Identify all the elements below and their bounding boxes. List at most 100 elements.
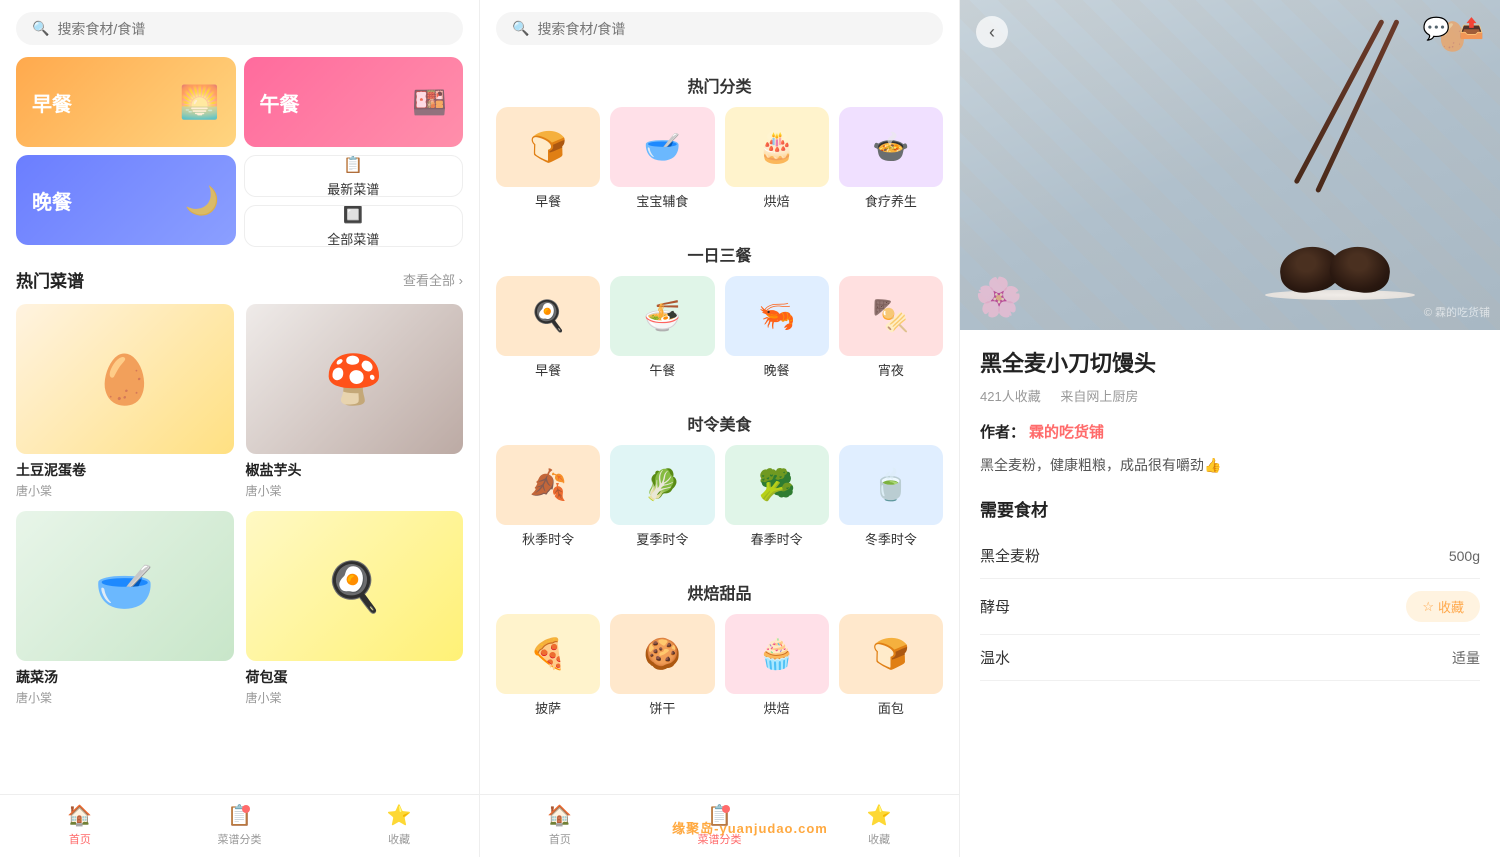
back-button[interactable]: ‹ (976, 16, 1008, 48)
home-scroll: 早餐 🌅 午餐 🍱 晚餐 🌙 📋 最新菜谱 🔲 全部菜谱 (0, 57, 479, 794)
collect-btn-label: 收藏 (1438, 597, 1464, 616)
nav-favorites[interactable]: ⭐ 收藏 (319, 795, 479, 857)
favorites-nav-icon: ⭐ (387, 803, 412, 828)
three-meals-title: 一日三餐 (480, 226, 959, 276)
cat-item-bread[interactable]: 🍞 面包 (839, 614, 943, 717)
lunch-button[interactable]: 午餐 🍱 (244, 57, 464, 147)
cat-img-cookie: 🍪 (610, 614, 714, 694)
wechat-icon[interactable]: 💬 (1423, 16, 1450, 42)
cat-label-dinner: 晚餐 (725, 360, 829, 379)
bottom-nav-bar-home: 🏠 首页 📋 菜谱分类 ⭐ 收藏 (0, 794, 479, 857)
recipe-card-3[interactable]: 🍳 荷包蛋 唐小棠 (246, 511, 464, 706)
cat-label-baby: 宝宝辅食 (610, 191, 714, 210)
recipe-meta: 421人收藏 来自网上厨房 (980, 386, 1480, 405)
cat-item-autumn[interactable]: 🍂 秋季时令 (496, 445, 600, 548)
cat-img-health: 🍲 (839, 107, 943, 187)
hot-recipes-header: 热门菜谱 查看全部 › (0, 259, 479, 304)
breakfast-button[interactable]: 早餐 🌅 (16, 57, 236, 147)
ingredient-amount-2: 适量 (1452, 648, 1480, 668)
recipe-author-3: 唐小棠 (246, 689, 464, 706)
collect-star-icon: ☆ (1422, 599, 1434, 615)
seasonal-grid: 🍂 秋季时令 🥬 夏季时令 🥦 春季时令 🍵 冬季时令 (480, 445, 959, 564)
cat-img-breakfast: 🍞 (496, 107, 600, 187)
ingredient-row-1: 酵母 ☆ 收藏 (980, 579, 1480, 635)
detail-hero: 🌸 🥚 ‹ 💬 📤 © 霖的吃货铺 (960, 0, 1500, 330)
cat-img-dinner: 🦐 (725, 276, 829, 356)
search-input-category[interactable] (537, 21, 927, 37)
cat-item-baby[interactable]: 🥣 宝宝辅食 (610, 107, 714, 210)
collect-button[interactable]: ☆ 收藏 (1406, 591, 1480, 622)
cat-item-cake[interactable]: 🧁 烘焙 (725, 614, 829, 717)
recipe-img-0: 🥚 (16, 304, 234, 454)
ingredient-name-2: 温水 (980, 647, 1010, 668)
recipe-card-2[interactable]: 🥣 蔬菜汤 唐小棠 (16, 511, 234, 706)
dinner-button[interactable]: 晚餐 🌙 (16, 155, 236, 245)
nav-favorites-cat[interactable]: ⭐ 收藏 (799, 795, 959, 857)
home-nav-icon-cat: 🏠 (547, 803, 572, 828)
cat-label-lunch: 午餐 (610, 360, 714, 379)
cat-img-night: 🍢 (839, 276, 943, 356)
all-recipe-label: 全部菜谱 (327, 229, 379, 248)
cat-item-summer[interactable]: 🥬 夏季时令 (610, 445, 714, 548)
recipe-card-1[interactable]: 🍄 椒盐芋头 唐小棠 (246, 304, 464, 499)
category-badge-cat (722, 805, 730, 813)
panel-home: 🔍 早餐 🌅 午餐 🍱 晚餐 🌙 📋 最新菜谱 (0, 0, 480, 857)
new-recipe-icon: 📋 (343, 155, 363, 175)
nav-category-cat[interactable]: 📋 菜谱分类 (640, 795, 800, 857)
recipe-card-0[interactable]: 🥚 土豆泥蛋卷 唐小棠 (16, 304, 234, 499)
recipe-author-0: 唐小棠 (16, 482, 234, 499)
nav-home[interactable]: 🏠 首页 (0, 795, 160, 857)
bottom-nav-home: 🏠 首页 📋 菜谱分类 ⭐ 收藏 (0, 794, 479, 857)
cat-label-night: 宵夜 (839, 360, 943, 379)
hot-cat-title: 热门分类 (480, 57, 959, 107)
detail-body: 黑全麦小刀切馒头 421人收藏 来自网上厨房 作者： 霖的吃货铺 黑全麦粉，健康… (960, 330, 1500, 697)
all-recipe-button[interactable]: 🔲 全部菜谱 (244, 205, 464, 247)
cat-item-night[interactable]: 🍢 宵夜 (839, 276, 943, 379)
search-bar-home[interactable]: 🔍 (16, 12, 463, 45)
three-meals-grid: 🍳 早餐 🍜 午餐 🦐 晚餐 🍢 宵夜 (480, 276, 959, 395)
category-nav-label: 菜谱分类 (218, 831, 262, 847)
cat-label-cake: 烘焙 (725, 698, 829, 717)
breakfast-icon: 🌅 (180, 83, 220, 121)
cat-label-baking: 烘焙 (725, 191, 829, 210)
cat-item-bfast[interactable]: 🍳 早餐 (496, 276, 600, 379)
breakfast-label: 早餐 (32, 88, 72, 117)
cat-item-breakfast[interactable]: 🍞 早餐 (496, 107, 600, 210)
panel-detail: 🌸 🥚 ‹ 💬 📤 © 霖的吃货铺 黑全麦小刀切馒头 421人收藏 来自网上厨房… (960, 0, 1500, 857)
cat-item-health[interactable]: 🍲 食疗养生 (839, 107, 943, 210)
bowl-container (1260, 220, 1420, 300)
view-all-link[interactable]: 查看全部 › (403, 270, 463, 289)
cat-item-baking[interactable]: 🎂 烘焙 (725, 107, 829, 210)
search-icon-category: 🔍 (512, 20, 529, 37)
dinner-label: 晚餐 (32, 186, 72, 215)
search-input-home[interactable] (57, 21, 447, 37)
lunch-label: 午餐 (260, 88, 300, 117)
home-nav-label: 首页 (69, 831, 91, 847)
cat-item-pizza[interactable]: 🍕 披萨 (496, 614, 600, 717)
recipe-description: 黑全麦粉，健康粗粮，成品很有嚼劲👍 (980, 454, 1480, 476)
cat-label-winter: 冬季时令 (839, 529, 943, 548)
bread-right (1327, 243, 1393, 296)
share-icon[interactable]: 📤 (1459, 16, 1484, 41)
cat-img-summer: 🥬 (610, 445, 714, 525)
recipe-img-2: 🥣 (16, 511, 234, 661)
watermark: © 霖的吃货铺 (1424, 304, 1490, 320)
new-recipe-button[interactable]: 📋 最新菜谱 (244, 155, 464, 197)
cat-item-lunch[interactable]: 🍜 午餐 (610, 276, 714, 379)
ingredients-title: 需要食材 (980, 496, 1480, 521)
nav-home-cat[interactable]: 🏠 首页 (480, 795, 640, 857)
cat-label-spring: 春季时令 (725, 529, 829, 548)
cat-item-dinner[interactable]: 🦐 晚餐 (725, 276, 829, 379)
dessert-title: 烘焙甜品 (480, 564, 959, 614)
ingredient-name-1: 酵母 (980, 596, 1010, 617)
cat-img-spring: 🥦 (725, 445, 829, 525)
search-bar-category[interactable]: 🔍 (496, 12, 943, 45)
cat-item-cookie[interactable]: 🍪 饼干 (610, 614, 714, 717)
cat-item-spring[interactable]: 🥦 春季时令 (725, 445, 829, 548)
nav-category[interactable]: 📋 菜谱分类 (160, 795, 320, 857)
favorites-nav-label-cat: 收藏 (868, 831, 890, 847)
author-name[interactable]: 霖的吃货铺 (1029, 421, 1104, 442)
meal-grid: 早餐 🌅 午餐 🍱 晚餐 🌙 📋 最新菜谱 🔲 全部菜谱 (0, 57, 479, 259)
flower-decoration: 🌸 (975, 276, 1022, 320)
cat-item-winter[interactable]: 🍵 冬季时令 (839, 445, 943, 548)
